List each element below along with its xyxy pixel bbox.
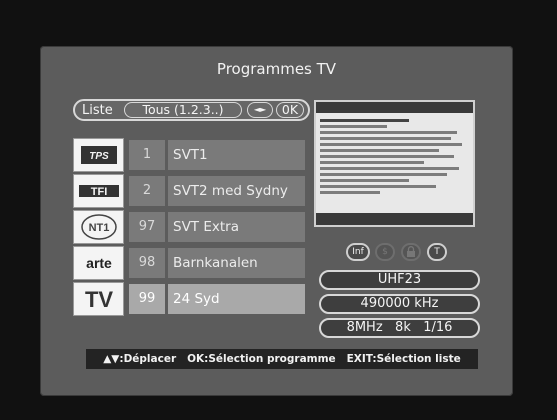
status-icons: Inf $ T — [346, 243, 456, 261]
channel-logo-arte: arte — [73, 246, 124, 280]
channel-logo-tf1: TFI — [73, 174, 124, 208]
channel-number: 1 — [129, 140, 165, 170]
preview-footer-bar — [316, 213, 473, 225]
info-icon: Inf — [346, 243, 370, 261]
lock-icon — [401, 243, 421, 261]
list-filter-bar[interactable]: Liste Tous (1.2.3..) ◄► 0K — [73, 99, 310, 121]
scrambled-icon: $ — [375, 243, 395, 261]
channel-name: SVT2 med Sydny — [168, 176, 305, 206]
channel-name: SVT1 — [168, 140, 305, 170]
channel-number: 99 — [129, 284, 165, 314]
teletext-icon: T — [427, 243, 447, 261]
svg-text:TV: TV — [84, 287, 112, 312]
channel-logo-nt1: NT1 — [73, 210, 124, 244]
channel-number: 97 — [129, 212, 165, 242]
channel-logo-tv: TV — [73, 282, 124, 316]
transmission-params-display: 8MHz 8k 1/16 — [319, 318, 480, 338]
preview-teletext-content — [320, 116, 469, 211]
channel-name: SVT Extra — [168, 212, 305, 242]
channel-number: 2 — [129, 176, 165, 206]
channel-name: 24 Syd — [168, 284, 305, 314]
svg-text:TPS: TPS — [89, 151, 109, 162]
list-selector[interactable]: Tous (1.2.3..) — [124, 102, 242, 118]
channel-logo-tps: TPS — [73, 138, 124, 172]
channel-number: 98 — [129, 248, 165, 278]
left-right-arrows-icon[interactable]: ◄► — [247, 102, 273, 118]
ok-button[interactable]: 0K — [276, 102, 304, 118]
svg-text:NT1: NT1 — [88, 222, 109, 234]
help-bar: ▲▼:Déplacer OK:Sélection programme EXIT:… — [86, 349, 478, 369]
tv-screen: Programmes TV Liste Tous (1.2.3..) ◄► 0K… — [40, 46, 513, 396]
preview-header-bar — [316, 102, 473, 113]
channel-preview — [314, 100, 475, 227]
frequency-display: 490000 kHz — [319, 294, 480, 314]
channel-name: Barnkanalen — [168, 248, 305, 278]
page-title: Programmes TV — [216, 60, 337, 78]
list-label: Liste — [82, 103, 113, 118]
svg-text:TFI: TFI — [90, 186, 107, 198]
band-display: UHF23 — [319, 270, 480, 290]
svg-text:arte: arte — [86, 255, 112, 271]
